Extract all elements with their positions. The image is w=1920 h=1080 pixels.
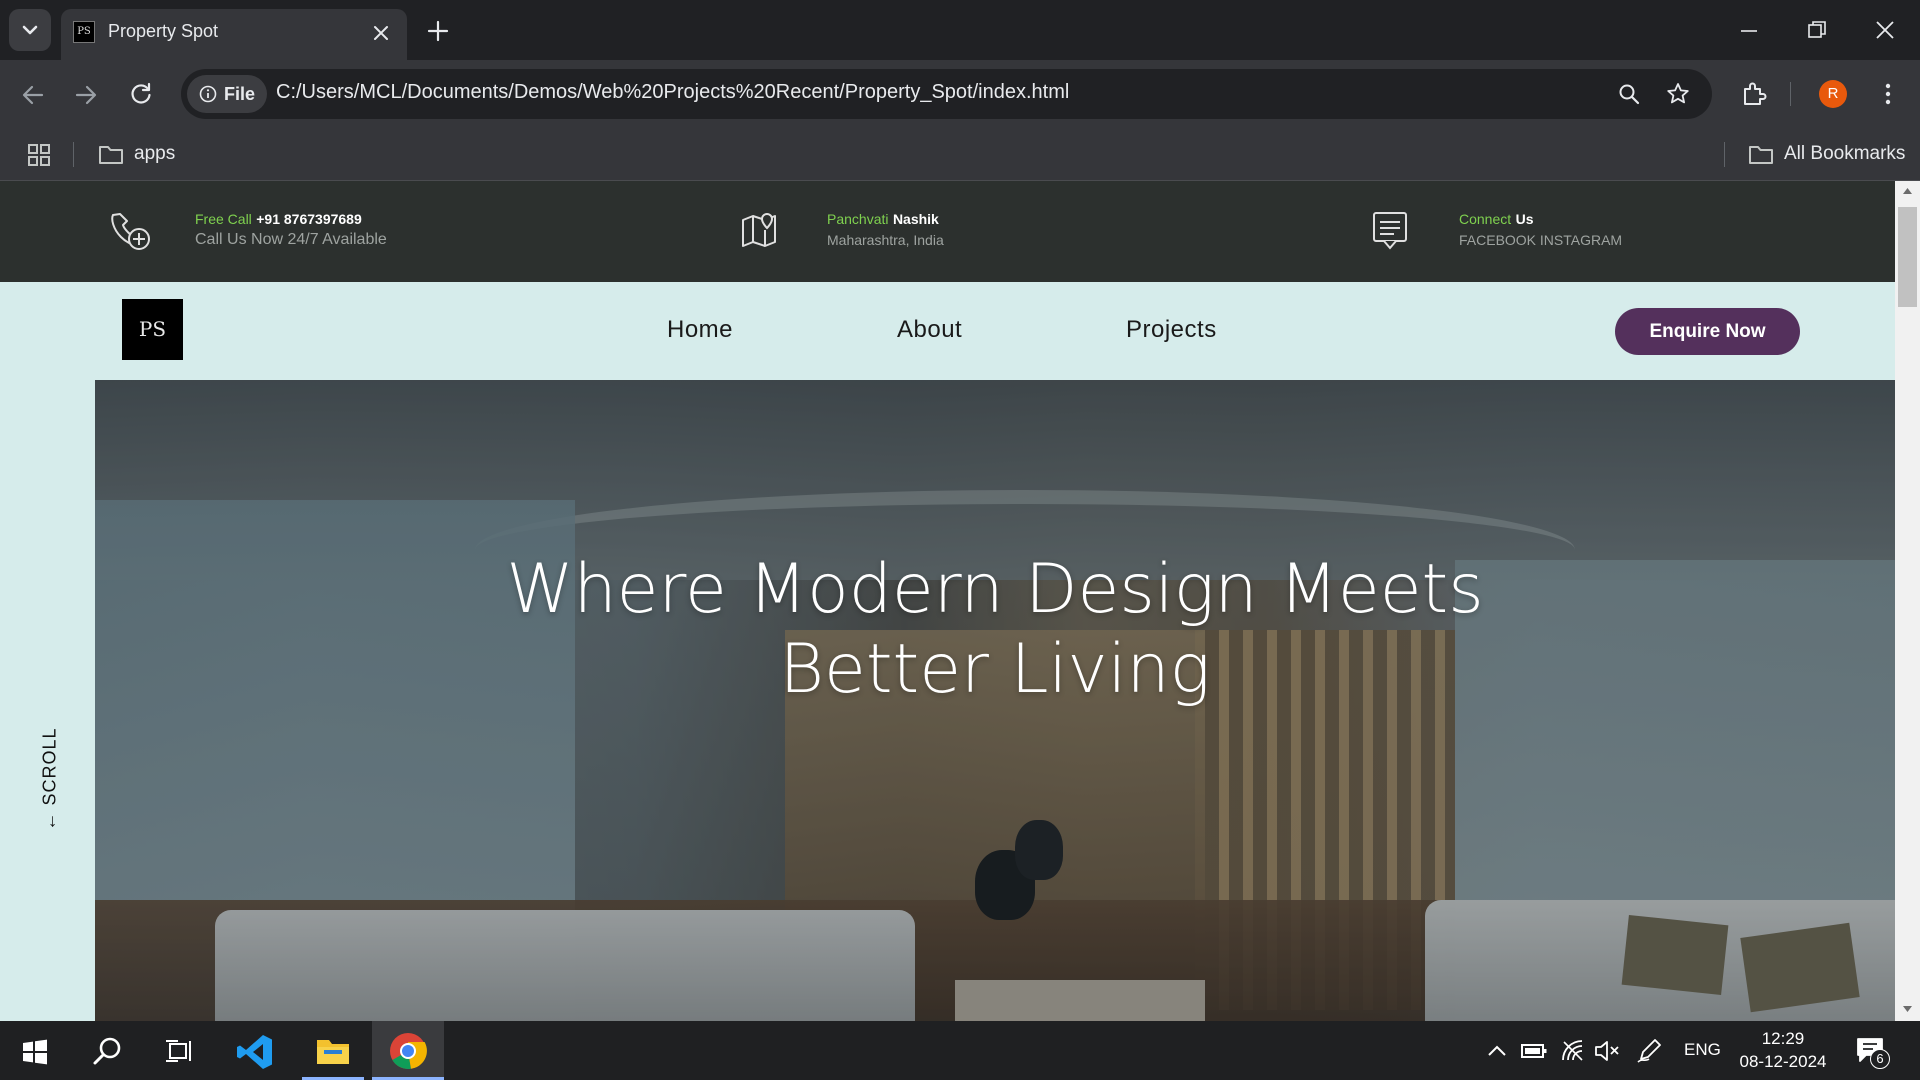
close-tab-icon[interactable] xyxy=(371,23,391,43)
bookmarks-divider-right xyxy=(1724,142,1725,167)
close-window-icon[interactable] xyxy=(1874,19,1896,41)
toolbar-divider xyxy=(1790,82,1791,106)
bookmarks-divider xyxy=(73,142,74,167)
windows-start-icon[interactable] xyxy=(22,1039,48,1065)
social-links[interactable]: FACEBOOK INSTAGRAM xyxy=(1459,232,1622,248)
chrome-icon xyxy=(390,1033,427,1069)
battery-icon[interactable] xyxy=(1520,1041,1548,1061)
clock-time: 12:29 xyxy=(1761,1029,1805,1048)
windows-taskbar: ENG 12:29 08-12-2024 6 xyxy=(0,1021,1920,1080)
site-navbar: PS Home About Projects Enquire Now xyxy=(0,282,1895,380)
hero-headline-line2: Better Living xyxy=(779,630,1211,709)
bookmark-label: apps xyxy=(134,143,176,164)
bookmark-star-icon[interactable] xyxy=(1665,81,1691,107)
browser-tab-active[interactable]: PS Property Spot xyxy=(61,9,407,60)
forward-icon[interactable] xyxy=(73,82,99,108)
notification-center[interactable]: 6 xyxy=(1856,1035,1896,1071)
chevron-down-icon xyxy=(22,25,38,35)
connect-us: Us xyxy=(1515,211,1534,227)
file-explorer-taskbar-item[interactable] xyxy=(302,1021,364,1080)
hero-headline-line1: Where Modern Design Meets xyxy=(506,550,1484,629)
reload-icon[interactable] xyxy=(128,81,154,107)
notification-count-badge: 6 xyxy=(1870,1049,1890,1069)
zoom-icon[interactable] xyxy=(1617,82,1641,106)
scroll-down-arrow-icon[interactable] xyxy=(1902,1005,1913,1013)
map-pin-icon xyxy=(742,212,776,247)
folder-icon xyxy=(99,146,123,164)
clock[interactable]: 12:29 08-12-2024 xyxy=(1728,1027,1838,1073)
location-subtext: Maharashtra, India xyxy=(827,232,944,248)
extensions-icon[interactable] xyxy=(1740,80,1768,108)
tab-search-button[interactable] xyxy=(9,9,51,51)
page-scrollbar[interactable] xyxy=(1895,181,1920,1021)
vscode-icon[interactable] xyxy=(236,1033,274,1071)
language-indicator[interactable]: ENG xyxy=(1684,1040,1721,1060)
call-highlight: Free Call xyxy=(195,211,252,227)
speaker-muted-icon[interactable] xyxy=(1594,1039,1620,1063)
hero-headline: Where Modern Design Meets Better Living xyxy=(95,550,1895,710)
network-icon[interactable] xyxy=(1560,1038,1586,1064)
phone-add-icon xyxy=(111,213,150,250)
chevron-up-icon[interactable] xyxy=(1486,1042,1508,1060)
menu-kebab-icon[interactable] xyxy=(1876,81,1900,107)
pen-icon[interactable] xyxy=(1636,1038,1662,1064)
all-bookmarks-button[interactable]: All Bookmarks xyxy=(1748,140,1908,170)
call-subtext: Call Us Now 24/7 Available xyxy=(195,231,387,248)
site-info-chip[interactable]: File xyxy=(187,75,267,113)
contact-topbar: Free Call +91 8767397689 Call Us Now 24/… xyxy=(0,181,1895,282)
location-contact: Panchvati Nashik Maharashtra, India xyxy=(827,211,944,248)
scrollbar-thumb[interactable] xyxy=(1898,207,1917,307)
search-icon[interactable] xyxy=(92,1035,124,1067)
url-text[interactable]: C:/Users/MCL/Documents/Demos/Web%20Proje… xyxy=(276,81,1069,104)
folder-icon xyxy=(317,1040,349,1064)
hero-banner: Where Modern Design Meets Better Living xyxy=(95,380,1895,1021)
call-contact[interactable]: Free Call +91 8767397689 Call Us Now 24/… xyxy=(195,211,387,249)
task-view-icon[interactable] xyxy=(165,1037,195,1065)
browser-toolbar: File C:/Users/MCL/Documents/Demos/Web%20… xyxy=(0,60,1920,128)
clock-date: 08-12-2024 xyxy=(1739,1052,1827,1071)
nav-link-home[interactable]: Home xyxy=(667,316,733,344)
restore-icon[interactable] xyxy=(1806,19,1828,41)
connect-contact[interactable]: Connect Us FACEBOOK INSTAGRAM xyxy=(1459,211,1622,248)
nav-link-projects[interactable]: Projects xyxy=(1126,316,1217,344)
bookmarks-bar: apps All Bookmarks xyxy=(0,128,1920,181)
call-number: +91 8767397689 xyxy=(256,211,362,227)
all-bookmarks-label: All Bookmarks xyxy=(1784,143,1906,164)
location-city: Nashik xyxy=(892,211,939,227)
site-logo[interactable]: PS xyxy=(122,299,183,360)
profile-avatar[interactable]: R xyxy=(1819,80,1847,108)
enquire-now-button[interactable]: Enquire Now xyxy=(1615,308,1800,355)
apps-grid-icon[interactable] xyxy=(27,143,51,167)
scroll-up-arrow-icon[interactable] xyxy=(1902,187,1913,195)
info-icon xyxy=(199,85,217,103)
file-chip-label: File xyxy=(224,84,256,104)
connect-highlight: Connect xyxy=(1459,211,1512,227)
tab-favicon: PS xyxy=(73,21,95,43)
minimize-icon[interactable] xyxy=(1738,20,1760,42)
web-page: Free Call +91 8767397689 Call Us Now 24/… xyxy=(0,181,1895,1021)
scroll-indicator[interactable]: ← SCROLL xyxy=(32,727,68,831)
nav-link-about[interactable]: About xyxy=(897,316,962,344)
browser-tab-strip: PS Property Spot xyxy=(0,0,1920,60)
scroll-label: ← SCROLL xyxy=(39,727,60,831)
location-highlight: Panchvati xyxy=(827,211,889,227)
back-icon[interactable] xyxy=(20,82,46,108)
folder-icon xyxy=(1749,146,1773,164)
new-tab-icon[interactable] xyxy=(426,19,450,43)
chrome-taskbar-item[interactable] xyxy=(372,1021,444,1080)
message-icon xyxy=(1373,212,1407,250)
address-bar[interactable]: File C:/Users/MCL/Documents/Demos/Web%20… xyxy=(181,69,1712,119)
tab-title: Property Spot xyxy=(108,21,219,41)
